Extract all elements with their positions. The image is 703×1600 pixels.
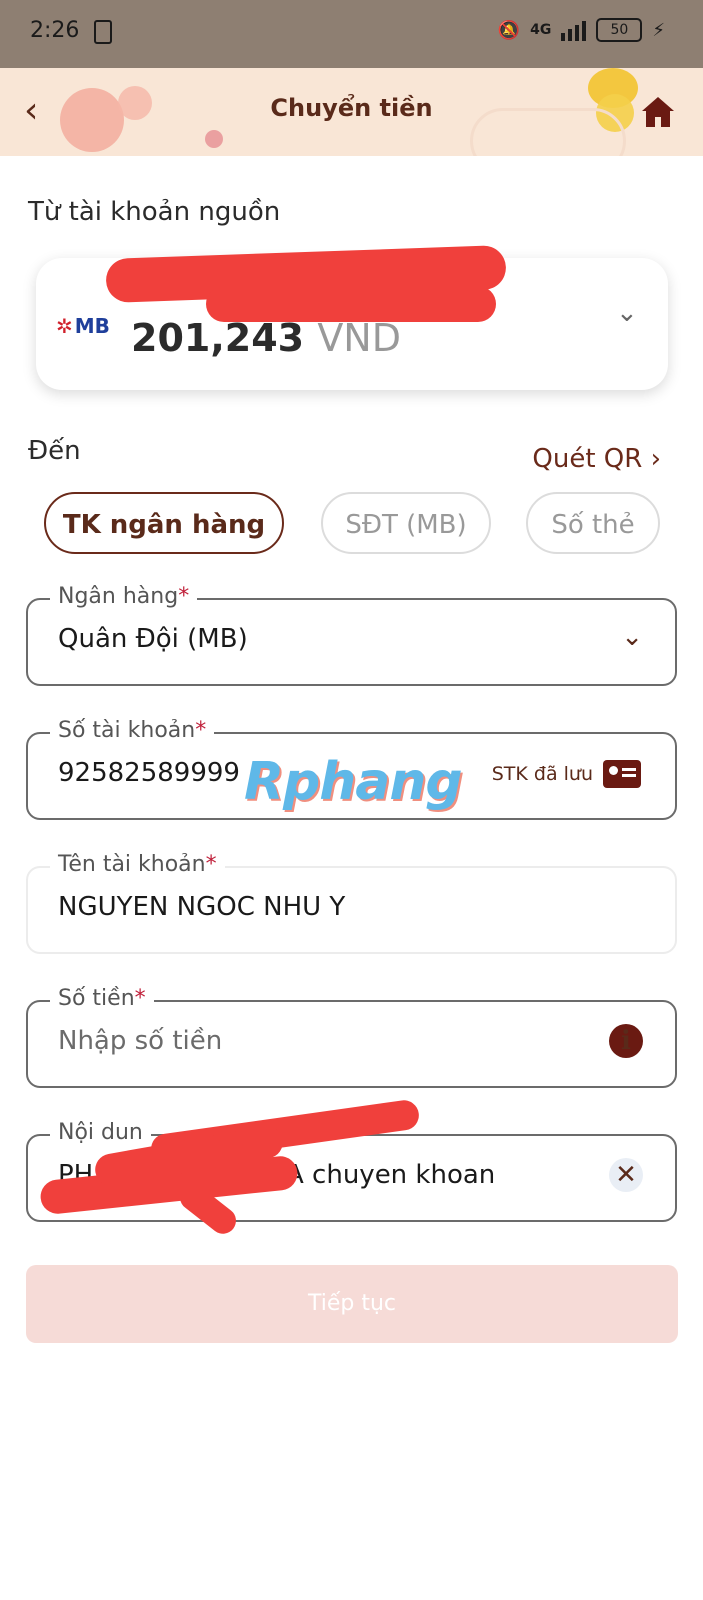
mb-bank-logo: ✲ MB [56,314,110,338]
chevron-down-icon: ⌄ [616,298,638,328]
amount-placeholder: Nhập số tiền [58,1026,223,1056]
account-name-value: NGUYEN NGOC NHU Y [58,892,346,922]
chevron-down-icon: ⌄ [621,622,643,652]
tab-phone-mb[interactable]: SĐT (MB) [321,492,491,554]
scan-qr-link[interactable]: Quét QR › [532,444,661,474]
saved-accounts-button[interactable]: STK đã lưu [492,760,641,788]
info-icon[interactable]: i [609,1024,643,1058]
bank-value: Quân Đội (MB) [58,624,248,654]
account-name-label: Tên tài khoản* [50,852,225,877]
chevron-right-icon: › [650,444,661,474]
source-account-selector[interactable]: ✲ MB 201,243 VND ⌄ [36,245,668,390]
bank-field-label: Ngân hàng* [50,584,198,609]
amount-input[interactable]: Số tiền* Nhập số tiền i [26,986,677,1088]
watermark: Rphang [244,752,463,812]
blossom-decoration-icon [205,130,223,148]
tab-card-number[interactable]: Số thẻ [526,492,660,554]
account-balance: 201,243 VND [131,316,401,360]
charging-icon: ⚡ [652,19,665,41]
bank-select[interactable]: Ngân hàng* Quân Đội (MB) ⌄ [26,584,677,686]
clear-icon[interactable]: ✕ [609,1158,643,1192]
battery-icon: 50 [596,18,643,42]
status-bar: 2:26 🔕 4G 50 ⚡ [0,0,703,68]
status-icons: 🔕 4G 50 ⚡ [498,18,665,42]
bell-muted-icon: 🔕 [497,19,521,41]
download-icon [94,20,112,44]
contact-card-icon [603,760,641,788]
amount-label: Số tiền* [50,986,154,1011]
account-number-value: 92582589999 [58,758,240,788]
network-type: 4G [530,22,552,38]
page-title: Chuyển tiền [270,94,433,122]
transfer-content-label: Nội dun [50,1120,151,1145]
destination-label: Đến [28,436,81,466]
tab-bank-account[interactable]: TK ngân hàng [44,492,284,554]
app-header: ‹ Chuyển tiền [0,68,703,156]
home-icon[interactable] [640,94,676,130]
account-name-field: Tên tài khoản* NGUYEN NGOC NHU Y [26,852,677,954]
signal-icon [561,19,587,41]
redaction-mark [206,286,496,322]
continue-button[interactable]: Tiếp tục [26,1265,678,1343]
transfer-content-end: A chuyen khoan [286,1160,496,1190]
account-number-label: Số tài khoản* [50,718,215,743]
status-time: 2:26 [30,18,80,43]
source-account-label: Từ tài khoản nguồn [28,197,281,227]
